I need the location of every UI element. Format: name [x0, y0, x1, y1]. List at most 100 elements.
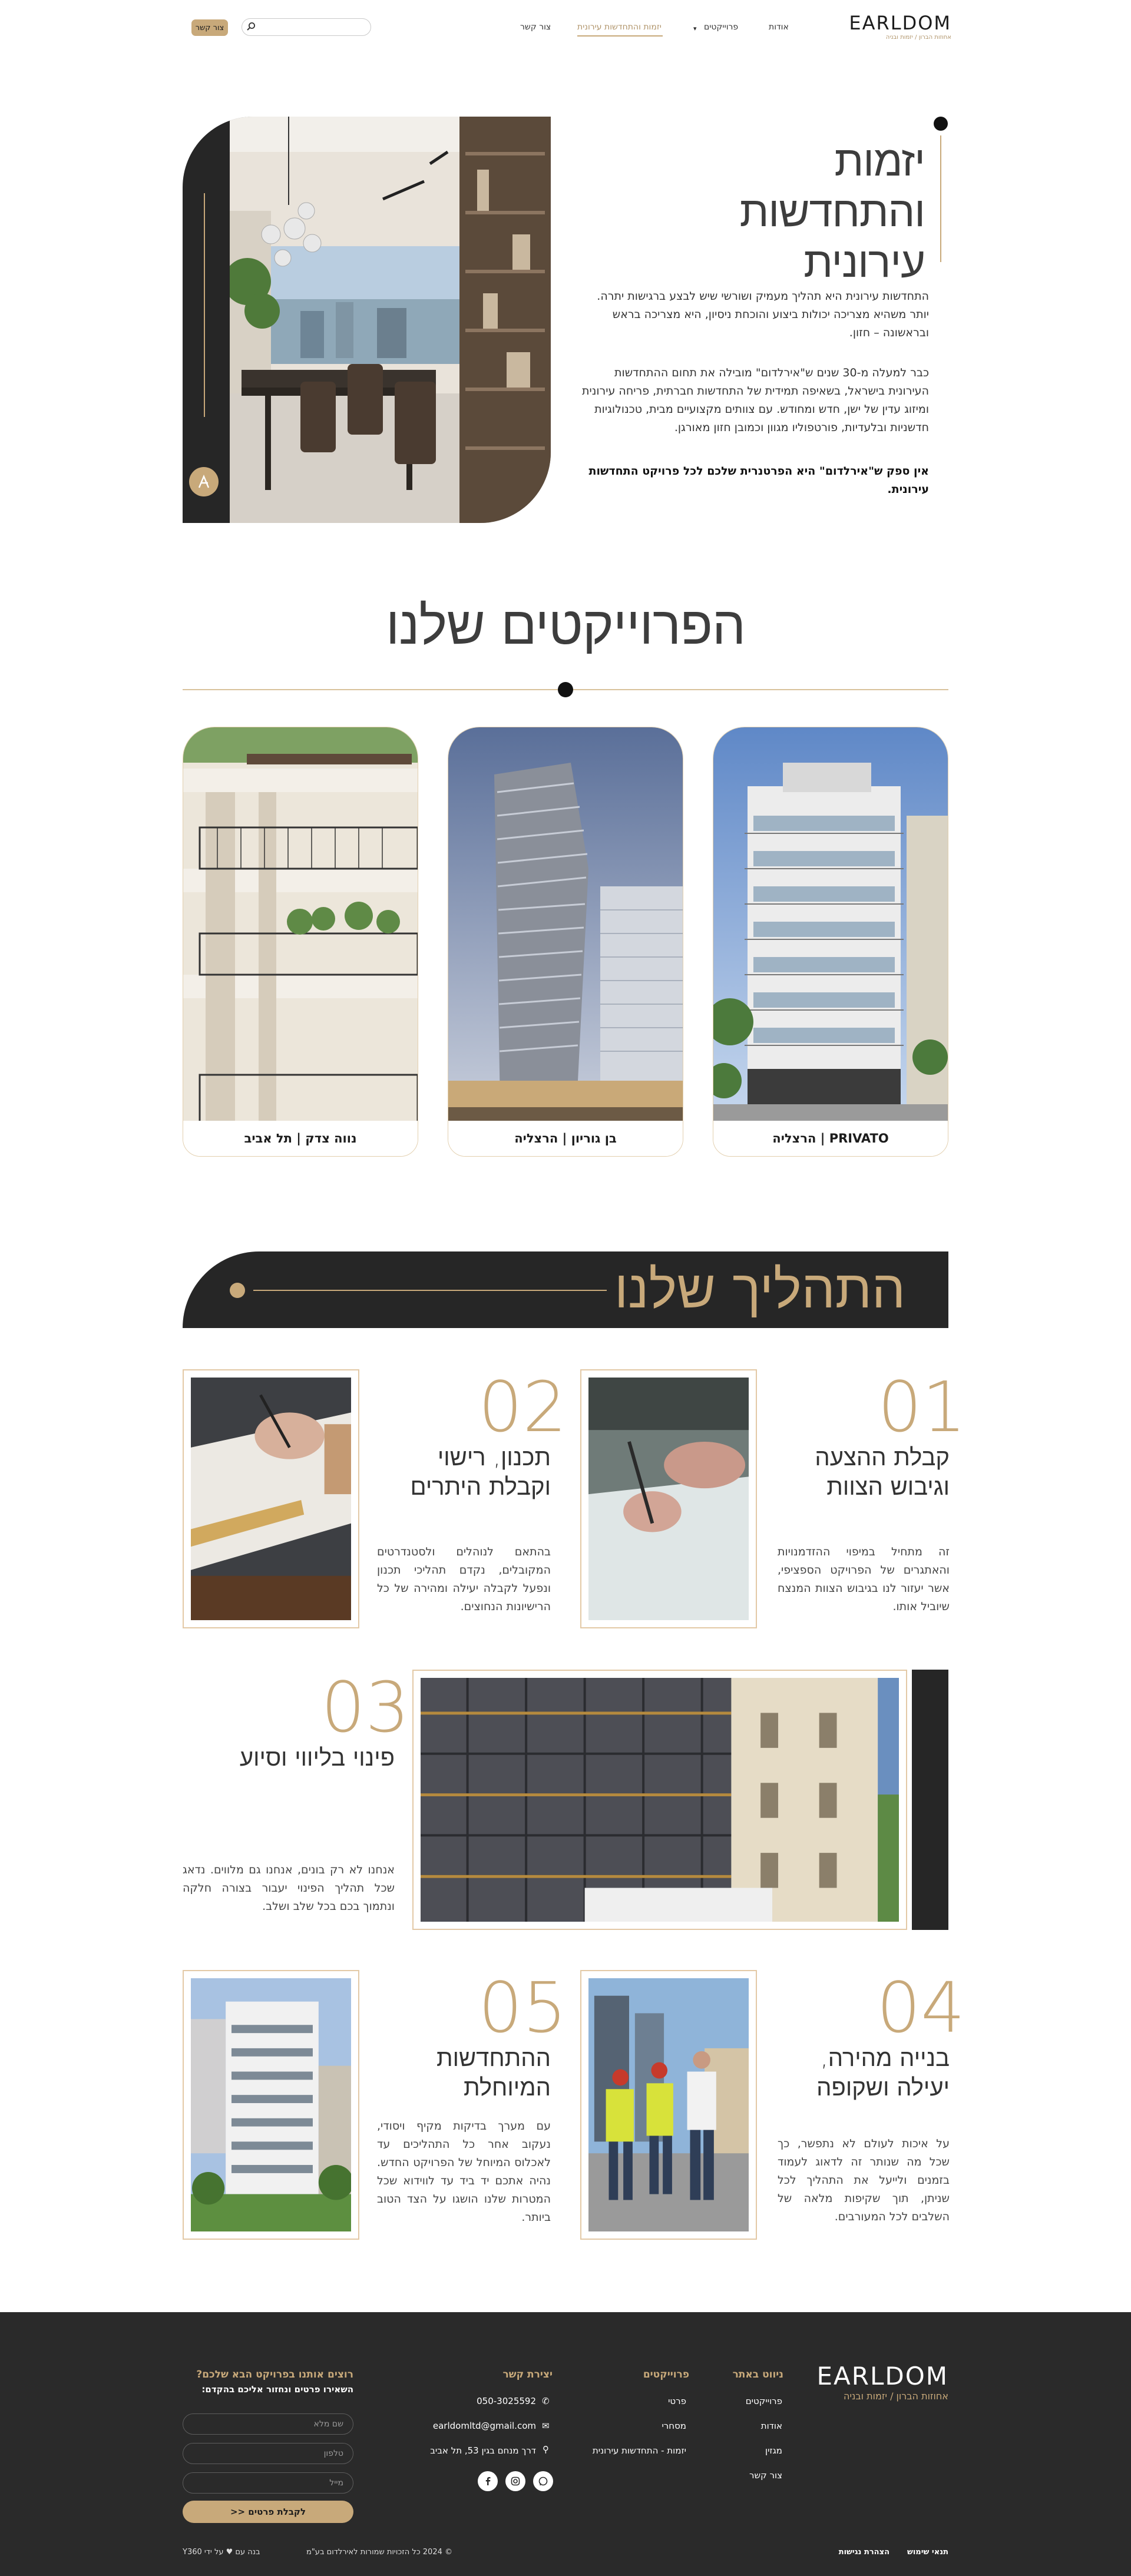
step-title: תכנון, רישוי וקבלת היתרים: [410, 1444, 551, 1501]
step-text: על איכות לעולם לא נתפשר, כך שכל מה שנותר…: [778, 2137, 950, 2223]
footer-projects-link[interactable]: יזמות - התחדשות עירונית: [593, 2445, 686, 2456]
hero-title-line-3: עירונית: [803, 237, 925, 287]
logo[interactable]: EARLDOM אחוזות הברון / יזמות ובניה: [849, 12, 951, 42]
step-text: עם מערך בדיקות מקיף ויסודי, נעקוב אחר כל…: [377, 2120, 551, 2224]
instagram-icon[interactable]: [505, 2471, 525, 2491]
step-text: זה מתחיל במיפוי ההזדמנויות והאתגרים של ה…: [778, 1545, 950, 1613]
site-footer: [0, 2312, 1131, 2576]
projects-title: הפרוייקטים שלנו: [386, 595, 746, 657]
search-icon[interactable]: [246, 22, 256, 31]
footer-logo-text: EARLDOM: [816, 2362, 948, 2390]
footer-nav-link[interactable]: מגזין: [765, 2445, 782, 2456]
footer-nav-link[interactable]: פרוייקטים: [746, 2396, 782, 2406]
chevron-down-icon[interactable]: ▾: [693, 25, 697, 32]
nav-active-underline: [577, 35, 663, 37]
name-field[interactable]: [183, 2413, 353, 2435]
footer-projects-heading: פרוייקטים: [643, 2369, 689, 2380]
step-image-frame: [183, 1369, 359, 1628]
step-title: בנייה מהירה, יעילה ושקופה: [816, 2045, 950, 2101]
nav-contact[interactable]: צור קשר: [520, 22, 551, 32]
step-text: בהתאם לנוהלים ולסטנדרטים המקובלים, נקדם …: [377, 1545, 551, 1613]
hero-paragraph-2: כבר למעלה מ-30 שנים ש"אירלדום" מובילה את…: [581, 366, 929, 434]
footer-projects-link[interactable]: פרטי: [668, 2396, 686, 2406]
footer-nav-heading: ניווט באתר: [732, 2369, 783, 2380]
step-image-planning: [191, 1378, 351, 1620]
footer-logo[interactable]: EARLDOM אחוזות הברון / יזמות ובניה: [813, 2362, 949, 2403]
hero-monogram-icon: [189, 467, 219, 496]
copyright: © 2024 כל הזכויות שמורות לאירלדום בע"מ: [306, 2548, 453, 2557]
logo-subtitle: אחוזות הברון / יזמות ובניה: [885, 34, 951, 41]
step-image-workers: [588, 1978, 749, 2231]
step-image-frame: [412, 1670, 907, 1930]
submit-button[interactable]: לקבלת פרטים <<: [183, 2501, 353, 2523]
footer-logo-subtitle: אחוזות הברון / יזמות ובניה: [843, 2390, 948, 2402]
search-input[interactable]: [260, 20, 366, 34]
hero-image-frame: [183, 117, 551, 523]
step-title: פינוי בליווי וסיוע: [239, 1744, 395, 1772]
step-title: קבלת ההצעה וגיבוש הצוות: [815, 1444, 950, 1501]
project-card-label: בן גוריון | הרצליה: [448, 1121, 683, 1156]
projects-divider-dot: [558, 682, 573, 697]
step-image-signing: [588, 1378, 749, 1620]
project-card-label: PRIVATO | הרצליה: [713, 1121, 948, 1156]
project-image-neve-tzedek: [183, 727, 418, 1122]
nav-about[interactable]: אודות: [769, 22, 789, 32]
footer-address[interactable]: דרך מנחם בגין 53, תל אביב: [430, 2445, 536, 2456]
logo-text: EARLDOM: [849, 12, 951, 34]
project-image-privato: [713, 727, 948, 1122]
header-contact-button[interactable]: צור קשר: [191, 19, 228, 36]
project-card-label: נווה צדק | תל אביב: [183, 1121, 418, 1156]
step-number: 05: [478, 1967, 567, 2048]
process-bar-line: [253, 1290, 607, 1291]
facebook-icon[interactable]: [478, 2471, 498, 2491]
hero-title-line-2: והתחדשות: [739, 187, 925, 236]
hero-paragraph-strong: אין ספק ש"אירלדום" היא הפרטנרית שלכם לכל…: [588, 465, 929, 496]
step-03-dark-block: [912, 1670, 948, 1930]
step-number: 03: [321, 1667, 410, 1748]
step-number: 04: [877, 1967, 965, 2048]
step-number: 01: [878, 1366, 967, 1448]
email-field[interactable]: [183, 2472, 353, 2494]
search-box: [242, 18, 371, 36]
mail-icon: ✉: [542, 2421, 550, 2431]
footer-email[interactable]: earldomltd@gmail.com: [433, 2421, 536, 2431]
step-title: ההתחדשות המיוחלת: [436, 2045, 551, 2101]
process-title: התהליך שלנו: [614, 1259, 905, 1320]
location-pin-icon: ⚲: [543, 2444, 549, 2455]
step-number: 02: [478, 1366, 567, 1448]
accessibility-link[interactable]: הצהרת נגישות: [839, 2548, 889, 2557]
hero-title-line-1: יזמות: [834, 136, 925, 186]
credit[interactable]: בנה עם ♥ על ידי Y360: [183, 2548, 260, 2557]
step-image-scaffolding: [421, 1678, 899, 1922]
hero-image: [230, 117, 551, 523]
step-image-frame: [580, 1970, 757, 2240]
nav-projects[interactable]: פרוייקטים: [704, 22, 738, 32]
process-bar-dot: [230, 1283, 245, 1298]
hero-vertical-line: [940, 135, 941, 262]
footer-nav-link[interactable]: אודות: [761, 2421, 782, 2431]
hero-title: יזמות והתחדשות עירונית: [701, 135, 925, 287]
step-image-frame: [183, 1970, 359, 2240]
hero-paragraph-1: התחדשות עירונית היא תהליך מעמיק ושורשי ש…: [597, 290, 929, 339]
project-card-privato[interactable]: PRIVATO | הרצליה: [713, 727, 948, 1157]
footer-projects-link[interactable]: מסחרי: [662, 2421, 686, 2431]
nav-renewal[interactable]: יזמות והתחדשות עירונית: [577, 22, 662, 32]
project-card-ben-gurion[interactable]: בן גוריון | הרצליה: [448, 727, 683, 1157]
project-image-ben-gurion: [448, 727, 683, 1122]
footer-form-subheading: השאירו פרטים ונחזור אליכם בהקדם:: [201, 2384, 353, 2395]
site-header: EARLDOM אחוזות הברון / יזמות ובניה אודות…: [0, 0, 1131, 56]
hero-frame-line: [204, 193, 205, 417]
terms-link[interactable]: תנאי שימוש: [907, 2548, 948, 2557]
phone-icon: ✆: [542, 2396, 550, 2406]
footer-nav-link[interactable]: צור קשר: [749, 2470, 782, 2481]
hero-dot: [934, 117, 948, 131]
footer-contact-heading: יצירת קשר: [502, 2369, 553, 2380]
step-image-frame: [580, 1369, 757, 1628]
step-text: אנחנו לא רק בונים, אנחנו גם מלווים. נדאג…: [183, 1863, 395, 1913]
project-card-neve-tzedek[interactable]: נווה צדק | תל אביב: [183, 727, 418, 1157]
footer-form-heading: רוצים אותנו בפרויקט הבא שלכם?: [196, 2369, 353, 2380]
phone-field[interactable]: [183, 2443, 353, 2464]
step-image-new-building: [191, 1978, 351, 2231]
whatsapp-icon[interactable]: [533, 2471, 553, 2491]
footer-phone[interactable]: 050-3025592: [477, 2396, 536, 2406]
